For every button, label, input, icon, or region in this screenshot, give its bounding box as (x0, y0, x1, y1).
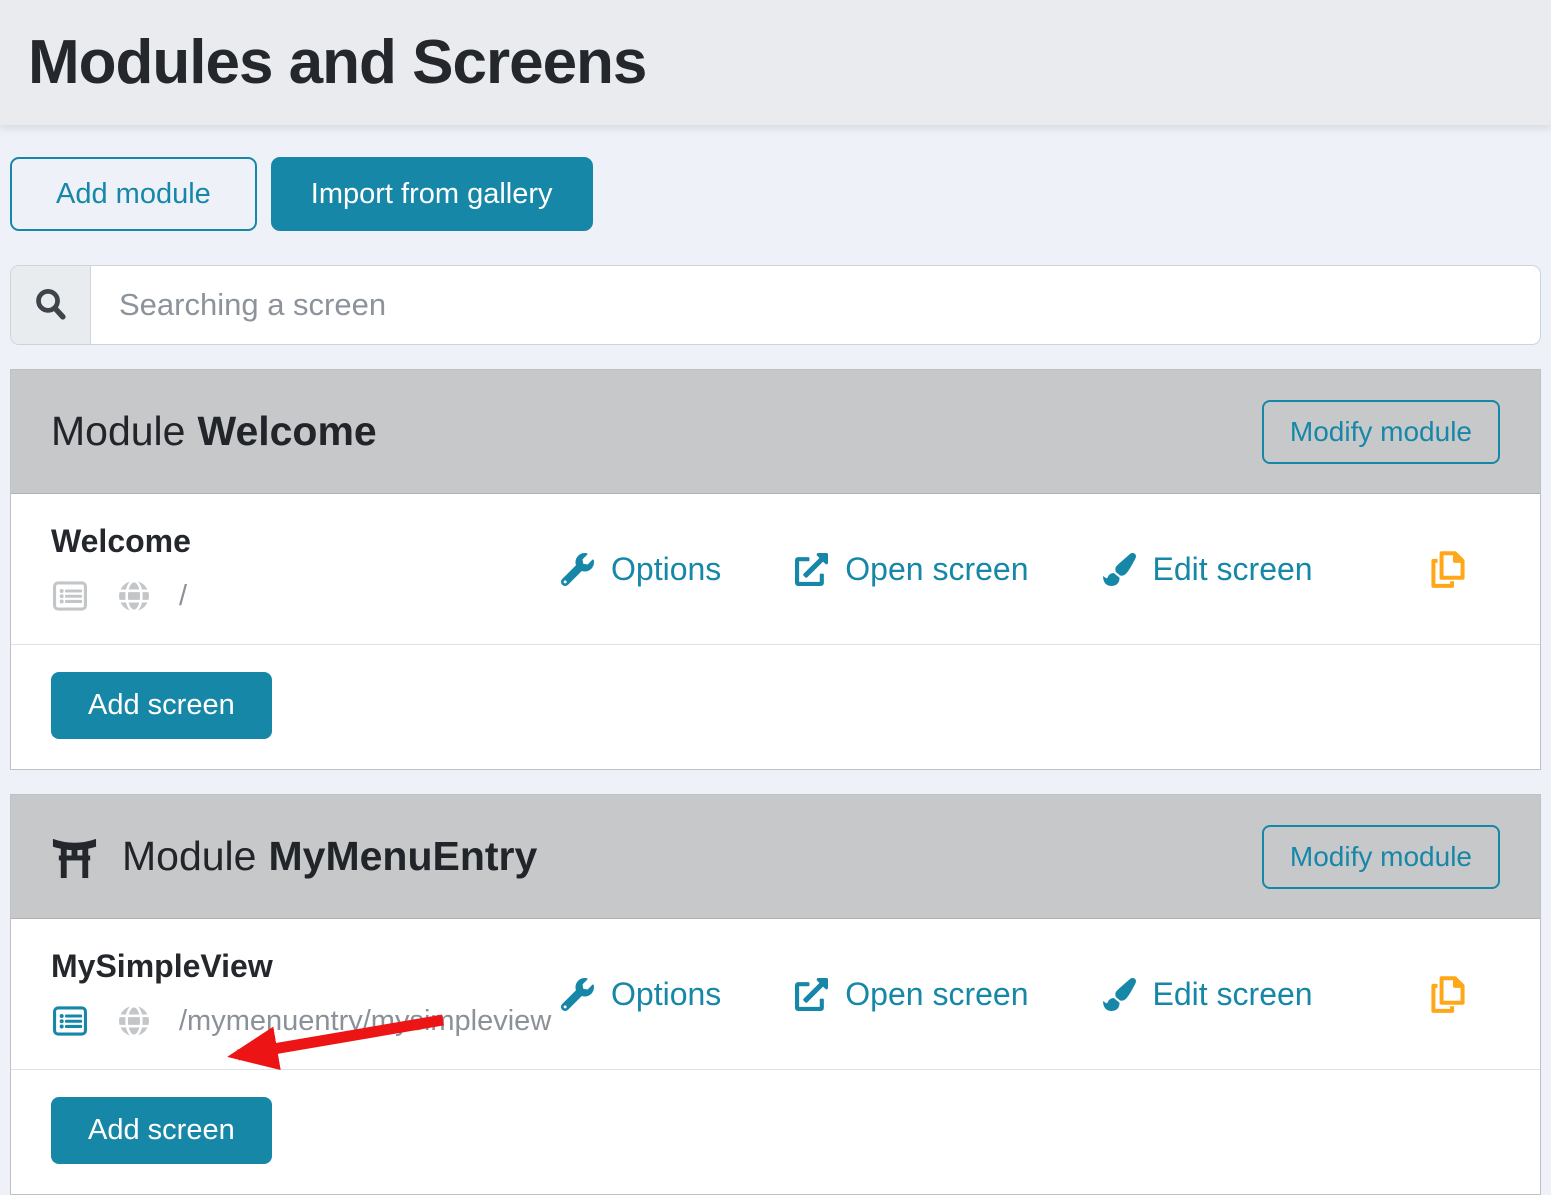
screen-path: /mymenuentry/mysimpleview (179, 1005, 551, 1038)
module-name: Welcome (197, 408, 376, 455)
screen-actions: Options Open screen Edit screen (561, 973, 1500, 1015)
screen-info: MySimpleView (51, 948, 561, 1040)
wrench-icon (561, 553, 594, 586)
external-link-icon (795, 978, 828, 1011)
edit-screen-label: Edit screen (1153, 551, 1313, 588)
globe-icon (115, 1002, 153, 1040)
search-icon (11, 266, 91, 344)
screen-name: Welcome (51, 523, 561, 560)
open-screen-label: Open screen (845, 551, 1028, 588)
globe-icon (115, 577, 153, 615)
edit-screen-link[interactable]: Edit screen (1103, 976, 1313, 1013)
options-label: Options (611, 551, 721, 588)
toolbar: Add module Import from gallery (10, 157, 1541, 231)
options-link[interactable]: Options (561, 976, 721, 1013)
search-input[interactable] (91, 266, 1540, 344)
wrench-icon (561, 978, 594, 1011)
copy-pages-icon (1428, 548, 1468, 590)
page-title-bar: Modules and Screens (0, 0, 1551, 125)
add-screen-button-mymenuentry[interactable]: Add screen (51, 1097, 272, 1164)
external-link-icon (795, 553, 828, 586)
options-label: Options (611, 976, 721, 1013)
open-screen-link[interactable]: Open screen (795, 976, 1028, 1013)
import-from-gallery-button[interactable]: Import from gallery (271, 157, 593, 231)
screen-name: MySimpleView (51, 948, 561, 985)
module-name: MyMenuEntry (268, 833, 537, 880)
duplicate-screen-button[interactable] (1428, 548, 1468, 590)
screen-actions: Options Open screen Edit screen (561, 548, 1500, 590)
duplicate-screen-button[interactable] (1428, 973, 1468, 1015)
edit-screen-link[interactable]: Edit screen (1103, 551, 1313, 588)
modify-module-button[interactable]: Modify module (1262, 400, 1500, 464)
add-module-button[interactable]: Add module (10, 157, 257, 231)
torii-gate-icon (51, 834, 98, 879)
module-title-prefix: Module (122, 833, 256, 880)
modify-module-button[interactable]: Modify module (1262, 825, 1500, 889)
open-screen-label: Open screen (845, 976, 1028, 1013)
screen-info: Welcome (51, 523, 561, 615)
screen-row-mysimpleview: MySimpleView (11, 919, 1540, 1069)
screen-path: / (179, 580, 187, 613)
module-card-welcome: Module Welcome Modify module Welcome (10, 369, 1541, 770)
card-list-icon (51, 577, 89, 615)
add-screen-row: Add screen (11, 1069, 1540, 1194)
search-bar (10, 265, 1541, 345)
screen-meta: / (51, 577, 561, 615)
module-title: Module MyMenuEntry (51, 833, 537, 880)
page-title: Modules and Screens (28, 27, 646, 98)
screen-meta: /mymenuentry/mysimpleview (51, 1002, 561, 1040)
copy-pages-icon (1428, 973, 1468, 1015)
edit-screen-label: Edit screen (1153, 976, 1313, 1013)
main-content: Add module Import from gallery Module We… (0, 157, 1551, 1195)
screen-row-welcome: Welcome (11, 494, 1540, 644)
module-title-prefix: Module (51, 408, 185, 455)
module-header-mymenuentry: Module MyMenuEntry Modify module (11, 795, 1540, 919)
paint-brush-icon (1103, 553, 1136, 586)
paint-brush-icon (1103, 978, 1136, 1011)
add-screen-row: Add screen (11, 644, 1540, 769)
card-list-icon (51, 1002, 89, 1040)
open-screen-link[interactable]: Open screen (795, 551, 1028, 588)
options-link[interactable]: Options (561, 551, 721, 588)
add-screen-button-welcome[interactable]: Add screen (51, 672, 272, 739)
module-title: Module Welcome (51, 408, 377, 455)
module-header-welcome: Module Welcome Modify module (11, 370, 1540, 494)
module-card-mymenuentry: Module MyMenuEntry Modify module MySimpl… (10, 794, 1541, 1195)
